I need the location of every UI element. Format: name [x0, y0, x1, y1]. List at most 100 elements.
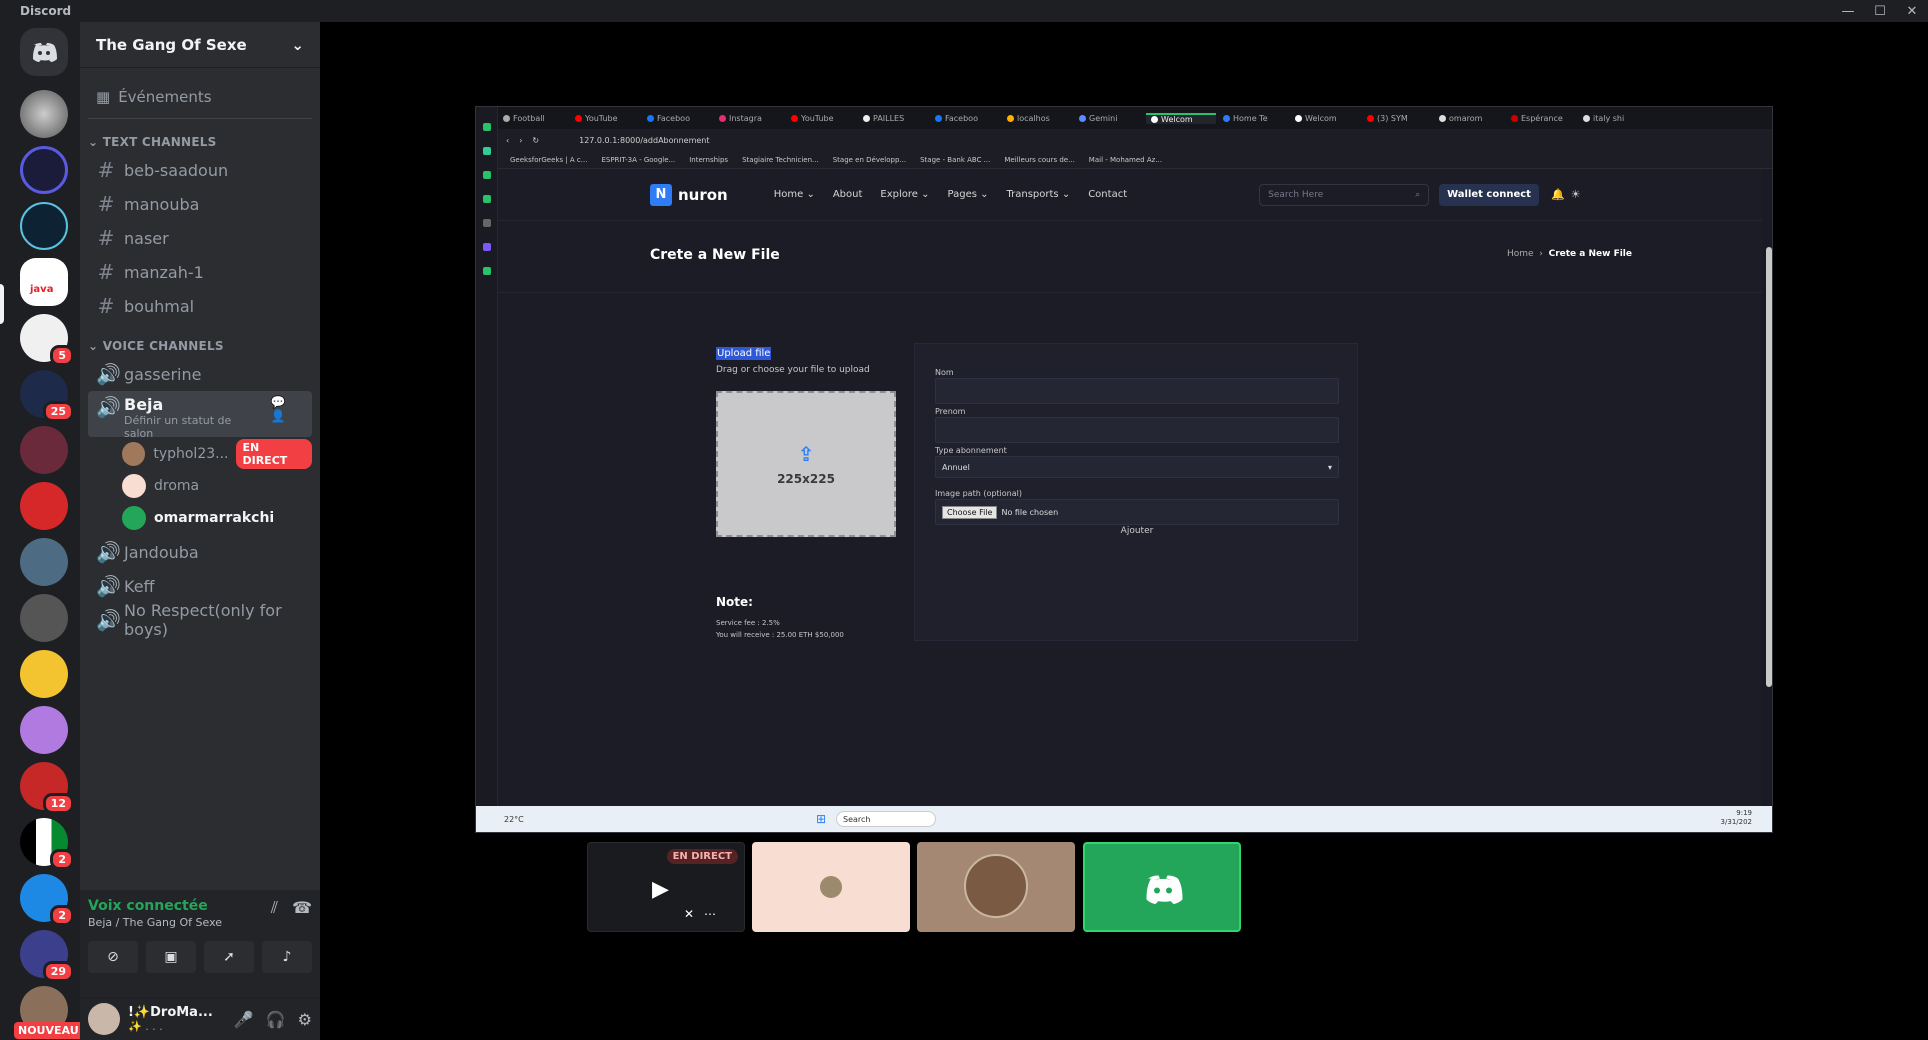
- server-icon-8[interactable]: [20, 482, 68, 530]
- bookmark[interactable]: Stagiaire Technicien...: [742, 156, 819, 164]
- weather[interactable]: 22°C: [504, 815, 524, 824]
- nav-pages[interactable]: Pages ⌄: [948, 189, 989, 200]
- nav-contact[interactable]: Contact: [1088, 189, 1127, 200]
- browser-tab[interactable]: omarom: [1434, 114, 1504, 123]
- browser-tab[interactable]: italy shi: [1578, 114, 1648, 123]
- wallet-connect-button[interactable]: Wallet connect: [1439, 183, 1539, 206]
- headphones-icon[interactable]: 🎧: [266, 1010, 286, 1029]
- scrollbar[interactable]: [1766, 247, 1772, 687]
- address-bar[interactable]: ‹ › ↻ 127.0.0.1:8000/addAbonnement: [498, 129, 1772, 151]
- browser-tab[interactable]: YouTube: [786, 114, 856, 123]
- server-icon-3[interactable]: [20, 202, 68, 250]
- channel-manouba[interactable]: # manouba: [88, 187, 312, 221]
- server-icon-13[interactable]: 12: [20, 762, 74, 814]
- voice-channel-keff[interactable]: 🔊 Keff: [88, 569, 312, 603]
- server-icon-15[interactable]: 2: [20, 874, 74, 926]
- browser-tab[interactable]: Football: [498, 114, 568, 123]
- server-icon-6[interactable]: 25: [20, 370, 74, 422]
- voice-member[interactable]: typhol23... EN DIRECT: [122, 439, 312, 469]
- voice-channel-beja[interactable]: 🔊 Beja Définir un statut de salon 💬 👤: [88, 391, 312, 440]
- guild-header[interactable]: The Gang Of Sexe ⌄: [80, 22, 320, 68]
- choose-file-button[interactable]: Choose File: [942, 505, 998, 519]
- screen-share-view[interactable]: Football YouTube Faceboo Instagra YouTub…: [475, 106, 1773, 833]
- browser-tab[interactable]: Espérance: [1506, 114, 1576, 123]
- bookmark[interactable]: Mail - Mohamed Az...: [1089, 156, 1162, 164]
- file-dropzone[interactable]: ⇪ 225x225: [716, 391, 896, 537]
- nav-explore[interactable]: Explore ⌄: [880, 189, 929, 200]
- voice-connected-label[interactable]: Voix connectée: [88, 898, 222, 914]
- url-text[interactable]: 127.0.0.1:8000/addAbonnement: [579, 136, 709, 145]
- events-item[interactable]: ▦ Événements: [88, 84, 312, 119]
- browser-tab[interactable]: Welcom: [1290, 114, 1360, 123]
- bookmark[interactable]: ESPRIT-3A - Google...: [601, 156, 675, 164]
- disconnect-icon[interactable]: ☎: [292, 898, 312, 929]
- browser-tab[interactable]: Instagra: [714, 114, 784, 123]
- ajouter-button[interactable]: Ajouter: [935, 526, 1339, 536]
- type-select[interactable]: Annuel ▾: [935, 456, 1339, 478]
- close-button[interactable]: ✕: [1896, 0, 1928, 22]
- channel-beb-saadoun[interactable]: # beb-saadoun: [88, 153, 312, 187]
- nav-transports[interactable]: Transports ⌄: [1007, 189, 1071, 200]
- server-icon-14[interactable]: 2: [20, 818, 74, 870]
- maximize-button[interactable]: ☐: [1864, 0, 1896, 22]
- server-icon-16[interactable]: 29: [20, 930, 74, 982]
- voice-location[interactable]: Beja / The Gang Of Sexe: [88, 916, 222, 929]
- gear-icon[interactable]: ⚙: [298, 1010, 312, 1029]
- voice-channels-category[interactable]: ⌄ VOICE CHANNELS: [88, 339, 320, 353]
- site-logo[interactable]: N nuron: [650, 183, 728, 206]
- activities-button[interactable]: ➚: [204, 941, 254, 973]
- forward-icon[interactable]: ›: [519, 136, 522, 145]
- participant-tile-omarmarrakchi[interactable]: [1083, 842, 1241, 932]
- browser-tab[interactable]: Home Te: [1218, 114, 1288, 123]
- nom-field[interactable]: [935, 378, 1339, 404]
- browser-tab[interactable]: localhos: [1002, 114, 1072, 123]
- camera-toggle-button[interactable]: ⊘: [88, 941, 138, 973]
- clock[interactable]: 9:19 3/31/202: [1721, 809, 1752, 827]
- server-icon-5[interactable]: 5: [20, 314, 74, 366]
- avatar[interactable]: [88, 1003, 120, 1035]
- prenom-field[interactable]: [935, 417, 1339, 443]
- reload-icon[interactable]: ↻: [532, 136, 539, 145]
- taskbar-search[interactable]: Search: [836, 811, 936, 827]
- browser-tab[interactable]: YouTube: [570, 114, 640, 123]
- theme-toggle-icon[interactable]: ☀: [1571, 188, 1581, 201]
- file-input[interactable]: Choose File No file chosen: [935, 499, 1339, 525]
- participant-tile-typhol[interactable]: [917, 842, 1075, 932]
- home-button[interactable]: [20, 28, 68, 76]
- server-icon-12[interactable]: [20, 706, 68, 754]
- soundboard-button[interactable]: ♪: [262, 941, 312, 973]
- tile-controls[interactable]: ✕⋯: [684, 907, 726, 921]
- noise-suppression-icon[interactable]: ⫽: [271, 898, 278, 929]
- browser-tab-active[interactable]: Welcom: [1146, 112, 1216, 124]
- browser-tab[interactable]: Faceboo: [930, 114, 1000, 123]
- server-icon-java[interactable]: java: [20, 258, 68, 306]
- bookmark[interactable]: Stage en Développ...: [833, 156, 906, 164]
- back-icon[interactable]: ‹: [506, 136, 509, 145]
- channel-manzah-1[interactable]: # manzah-1: [88, 255, 312, 289]
- voice-member[interactable]: omarmarrakchi: [122, 503, 312, 533]
- voice-member[interactable]: droma: [122, 471, 312, 501]
- browser-tab[interactable]: PAILLES: [858, 114, 928, 123]
- channel-bouhmal[interactable]: # bouhmal: [88, 289, 312, 323]
- participant-tile-droma[interactable]: [752, 842, 910, 932]
- browser-tab[interactable]: Gemini: [1074, 114, 1144, 123]
- chat-and-invite-icons[interactable]: 💬 👤: [271, 395, 304, 423]
- browser-tab[interactable]: (3) SYM: [1362, 114, 1432, 123]
- server-icon-11[interactable]: [20, 650, 68, 698]
- voice-channel-gasserine[interactable]: 🔊 gasserine: [88, 357, 312, 391]
- bookmark[interactable]: Stage - Bank ABC ...: [920, 156, 990, 164]
- server-icon-1[interactable]: [20, 90, 68, 138]
- voice-channel-jandouba[interactable]: 🔊 Jandouba: [88, 535, 312, 569]
- screen-share-button[interactable]: ▣: [146, 941, 196, 973]
- stream-tile[interactable]: EN DIRECT ▶ ✕⋯: [587, 842, 745, 932]
- windows-start-icon[interactable]: ⊞: [816, 812, 826, 826]
- server-icon-2[interactable]: [20, 146, 68, 194]
- search-icon[interactable]: ⌕: [1415, 190, 1420, 200]
- text-channels-category[interactable]: ⌄ TEXT CHANNELS: [88, 135, 320, 149]
- browser-tab[interactable]: Faceboo: [642, 114, 712, 123]
- bookmark[interactable]: Internships: [689, 156, 728, 164]
- server-icon-7[interactable]: [20, 426, 68, 474]
- server-icon-10[interactable]: [20, 594, 68, 642]
- bookmark[interactable]: Meilleurs cours de...: [1004, 156, 1074, 164]
- nav-about[interactable]: About: [833, 189, 863, 200]
